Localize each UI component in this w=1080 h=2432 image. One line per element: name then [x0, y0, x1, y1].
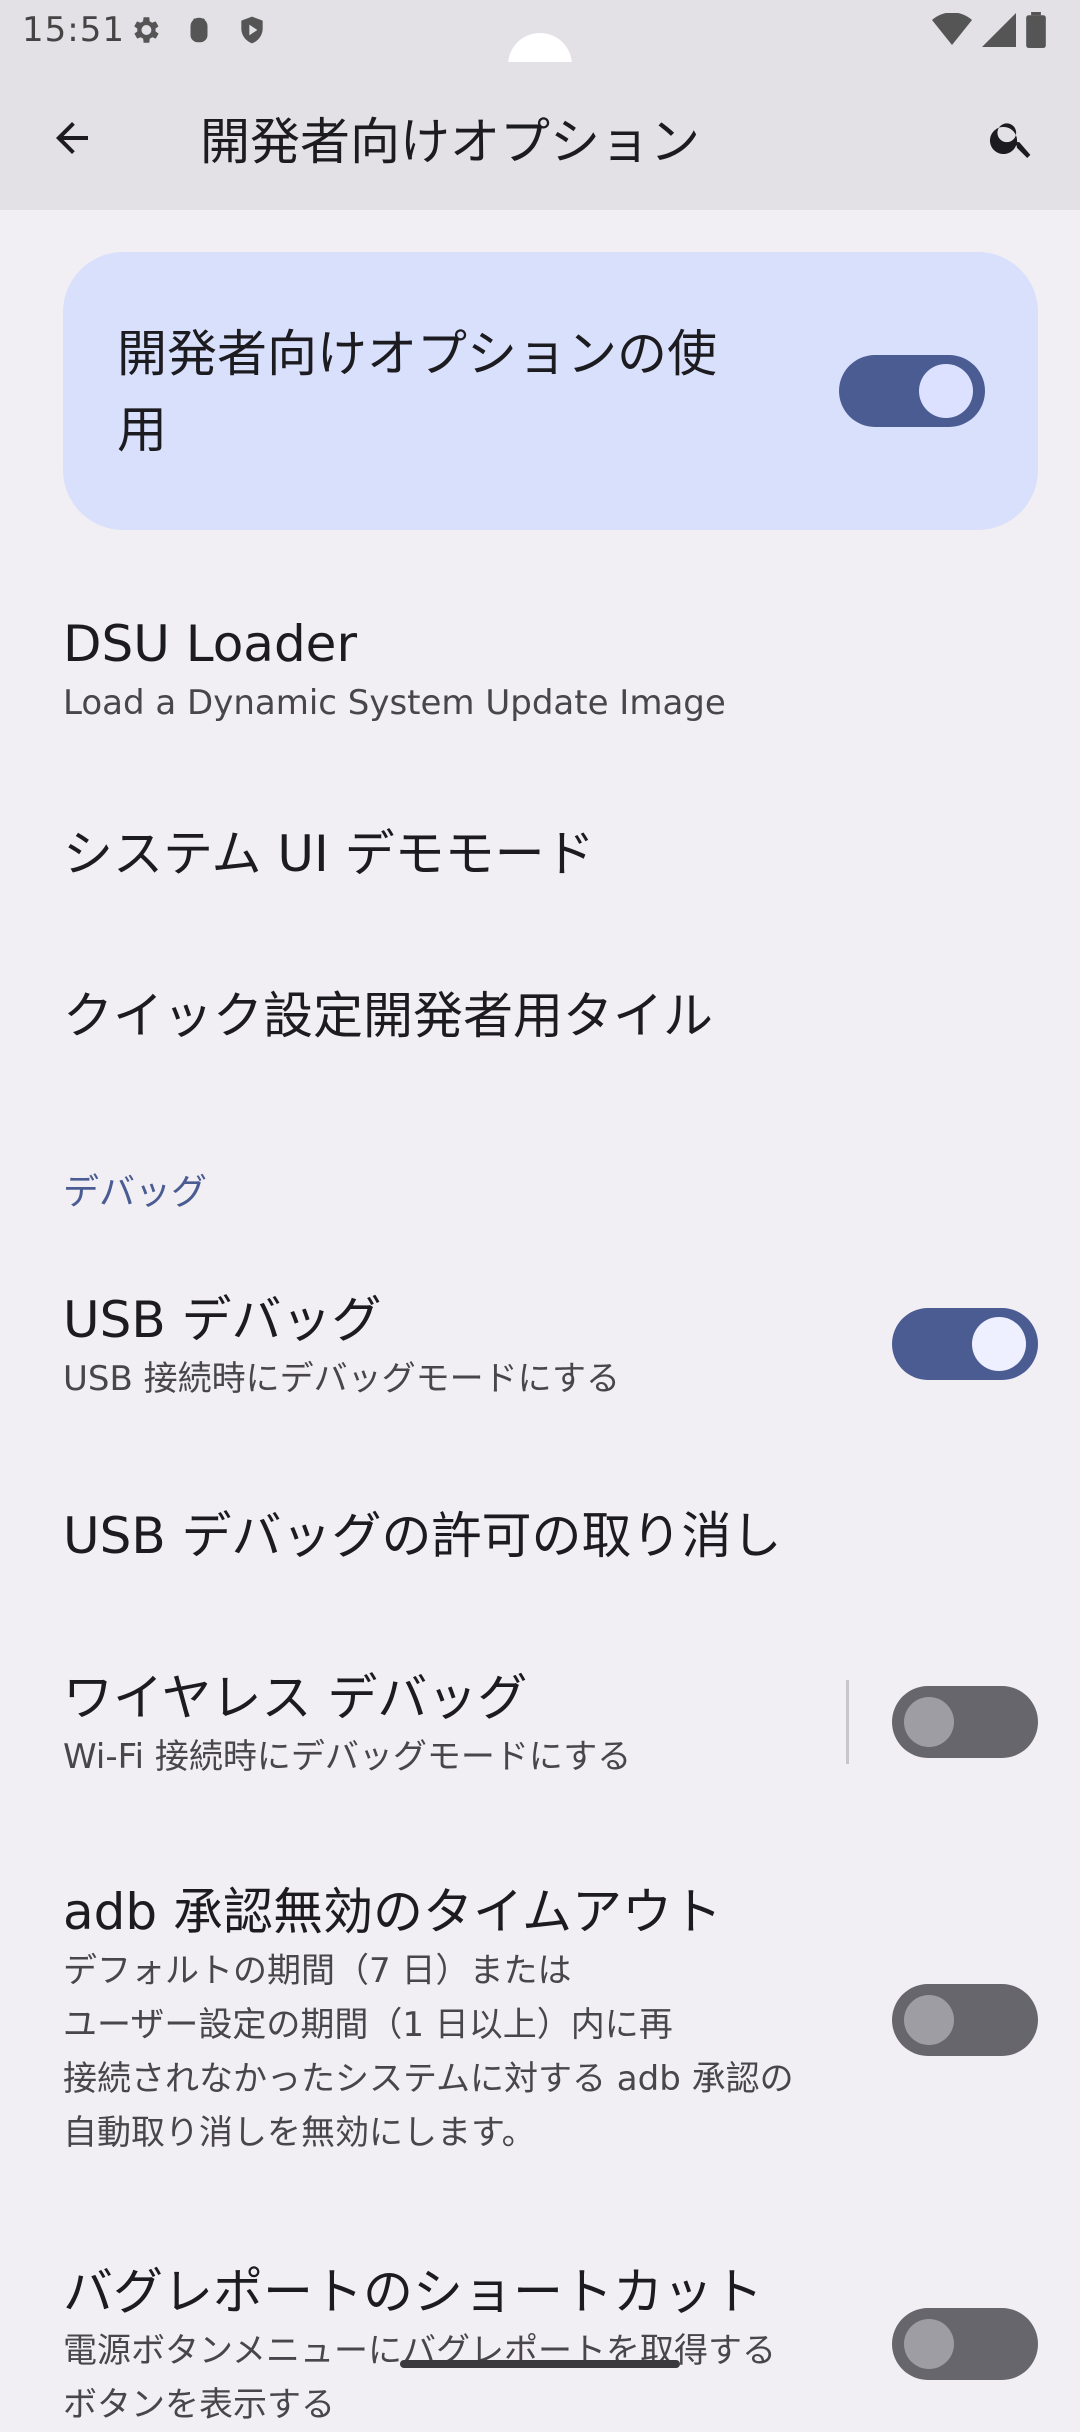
list-item-revoke-usb-debugging[interactable]: USB デバッグの許可の取り消し	[63, 1504, 863, 1568]
battery-icon	[1026, 12, 1046, 52]
developer-options-switch[interactable]	[839, 355, 985, 427]
status-icons-left	[128, 12, 268, 52]
item-title: USB デバッグの許可の取り消し	[63, 1507, 782, 1565]
item-title: システム UI デモモード	[63, 825, 595, 883]
list-item-usb-debugging[interactable]: USB デバッグ USB 接続時にデバッグモードにする	[63, 1288, 863, 1406]
status-icons-right	[932, 12, 1046, 52]
android-debug-icon	[184, 13, 214, 51]
item-subtitle-line: ボタンを表示する	[63, 2385, 335, 2425]
item-subtitle-line: 接続されなかったシステムに対する adb 承認の	[63, 2059, 794, 2099]
list-item-system-ui-demo[interactable]: システム UI デモモード	[63, 822, 863, 886]
back-button[interactable]	[30, 98, 114, 182]
cell-signal-icon	[982, 13, 1016, 51]
item-title: クイック設定開発者用タイル	[63, 987, 713, 1045]
list-item-dsu-loader[interactable]: DSU Loader Load a Dynamic System Update …	[63, 612, 863, 730]
item-subtitle: USB 接続時にデバッグモードにする	[63, 1359, 620, 1399]
item-title: DSU Loader	[63, 615, 357, 673]
status-time: 15:51	[22, 10, 125, 50]
item-subtitle: Wi-Fi 接続時にデバッグモードにする	[63, 1737, 632, 1777]
list-item-quick-settings-tiles[interactable]: クイック設定開発者用タイル	[63, 984, 863, 1048]
adb-timeout-switch[interactable]	[892, 1984, 1038, 2056]
search-button[interactable]	[970, 98, 1054, 182]
main-toggle-card[interactable]: 開発者向けオプションの使用	[63, 252, 1038, 530]
item-title: adb 承認無効のタイムアウト	[63, 1883, 723, 1941]
switch-knob	[904, 1995, 954, 2045]
list-item-bugreport-shortcut[interactable]: バグレポートのショートカット 電源ボタンメニューにバグレポートを取得する ボタン…	[63, 2260, 863, 2432]
shield-play-icon	[236, 13, 268, 51]
usb-debugging-switch[interactable]	[892, 1308, 1038, 1380]
bugreport-shortcut-switch[interactable]	[892, 2308, 1038, 2380]
switch-knob	[904, 2319, 954, 2369]
search-icon	[987, 113, 1037, 167]
item-subtitle-line: デフォルトの期間（7 日）または	[63, 1951, 572, 1991]
app-bar: 開発者向けオプション	[0, 62, 1080, 210]
arrow-back-icon	[48, 114, 96, 166]
list-item-adb-timeout[interactable]: adb 承認無効のタイムアウト デフォルトの期間（7 日）または ユーザー設定の…	[63, 1880, 863, 2160]
page-title: 開発者向けオプション	[200, 113, 700, 171]
gesture-nav-handle[interactable]	[400, 2360, 680, 2368]
item-title: USB デバッグ	[63, 1291, 382, 1349]
list-item-wireless-debugging[interactable]: ワイヤレス デバッグ Wi-Fi 接続時にデバッグモードにする	[63, 1666, 863, 1784]
switch-knob	[972, 1317, 1026, 1371]
wifi-icon	[932, 12, 972, 51]
item-title: ワイヤレス デバッグ	[63, 1669, 528, 1727]
section-header-debug: デバッグ	[63, 1172, 208, 1213]
item-subtitle-line: ユーザー設定の期間（1 日以上）内に再	[63, 2005, 673, 2045]
item-subtitle: Load a Dynamic System Update Image	[63, 683, 726, 723]
main-toggle-label: 開発者向けオプションの使用	[117, 325, 717, 459]
item-title: バグレポートのショートカット	[63, 2263, 763, 2321]
wireless-debugging-switch[interactable]	[892, 1686, 1038, 1758]
item-subtitle-line: 電源ボタンメニューにバグレポートを取得する	[63, 2331, 776, 2371]
item-subtitle-line: 自動取り消しを無効にします。	[63, 2113, 536, 2153]
gear-icon	[128, 13, 162, 51]
item-divider	[846, 1680, 849, 1764]
switch-knob	[919, 364, 973, 418]
switch-knob	[904, 1697, 954, 1747]
